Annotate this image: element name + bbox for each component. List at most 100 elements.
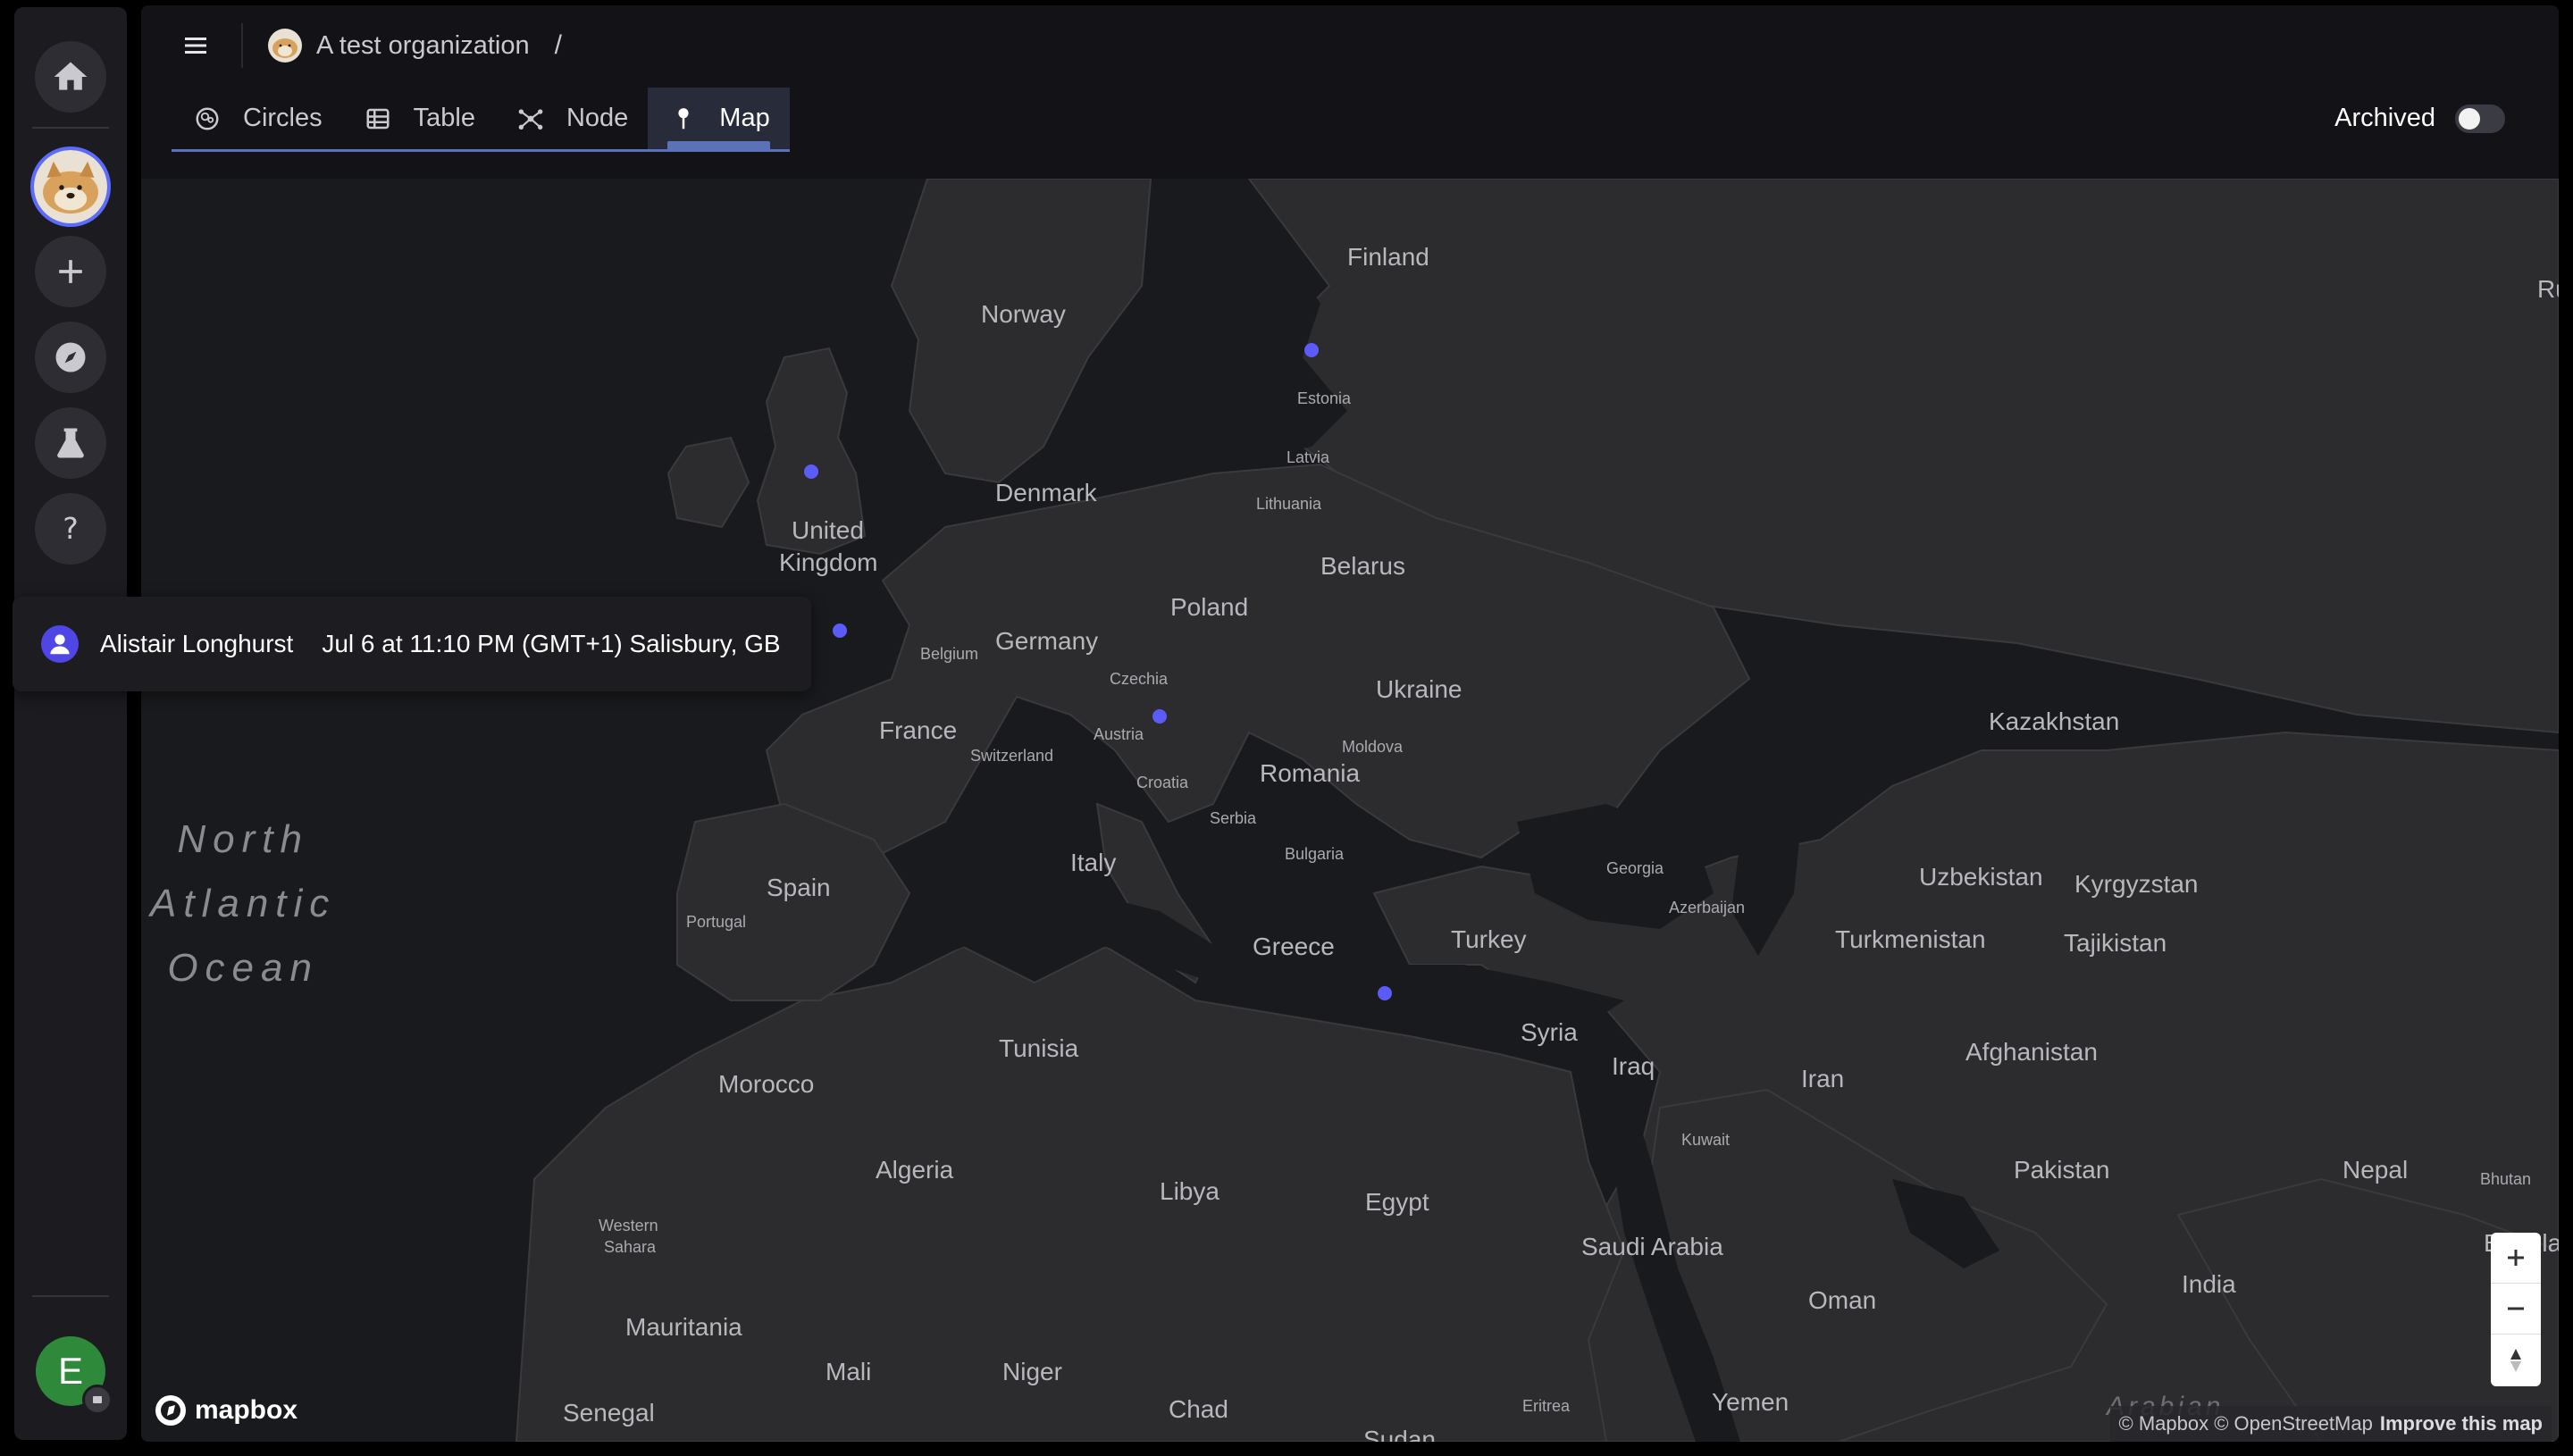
country-label: Kazakhstan (1989, 707, 2120, 735)
country-label: Belgium (920, 645, 979, 663)
tooltip-timestamp-location: Jul 6 at 11:10 PM (GMT+1) Salisbury, GB (322, 630, 781, 657)
country-label: France (879, 716, 958, 744)
country-label: Ukraine (1376, 675, 1463, 703)
left-rail: ? E (14, 7, 127, 1440)
location-marker[interactable] (1152, 709, 1167, 724)
mapbox-logo-text: mapbox (195, 1395, 298, 1425)
country-label: Pakistan (2014, 1156, 2110, 1184)
country-label: Nepal (2343, 1156, 2409, 1184)
country-label: Poland (1170, 593, 1249, 621)
compass-arrow-icon (2510, 1348, 2521, 1372)
country-label: Saudi Arabia (1581, 1233, 1723, 1260)
location-marker[interactable] (1304, 343, 1319, 357)
reset-north-button[interactable] (2491, 1335, 2541, 1385)
zoom-out-button[interactable] (2491, 1284, 2541, 1335)
country-label: Syria (1521, 1018, 1578, 1046)
country-label: Tunisia (999, 1034, 1079, 1062)
ocean-label: North Atlantic Ocean (150, 807, 336, 1000)
country-label: Turkey (1451, 925, 1527, 953)
land-ireland (666, 436, 750, 529)
zoom-in-button[interactable] (2491, 1233, 2541, 1284)
country-label: Italy (1070, 849, 1117, 876)
menu-button[interactable] (182, 32, 209, 59)
country-label: Switzerland (970, 747, 1054, 765)
country-label: Eritrea (1522, 1397, 1571, 1415)
zoom-controls (2491, 1233, 2541, 1386)
breadcrumb-separator: / (554, 30, 562, 60)
improve-map-link[interactable]: Improve this map (2380, 1412, 2543, 1435)
home-button[interactable] (35, 41, 106, 113)
country-label: Estonia (1297, 389, 1352, 407)
flask-icon (57, 428, 84, 458)
country-label: Tajikistan (2064, 929, 2167, 957)
help-icon: ? (63, 511, 79, 546)
country-label: Yemen (1712, 1388, 1789, 1416)
archived-label: Archived (2334, 104, 2435, 132)
country-label: Kyrgyzstan (2074, 870, 2199, 898)
person-icon (50, 634, 70, 655)
status-icon (93, 1396, 102, 1403)
add-button[interactable] (35, 236, 106, 307)
country-label: Iraq (1612, 1052, 1655, 1080)
archived-toggle-group: Archived (2334, 104, 2505, 133)
country-label: India (2182, 1270, 2236, 1298)
location-marker[interactable] (1378, 986, 1392, 1000)
tab-circles[interactable]: Circles (172, 88, 342, 149)
country-label: Bulgaria (1285, 845, 1345, 863)
plus-icon (59, 260, 82, 283)
location-marker[interactable] (833, 623, 847, 638)
country-label: Libya (1160, 1177, 1219, 1205)
tab-table[interactable]: Table (342, 88, 495, 149)
user-status-badge (82, 1385, 113, 1415)
mapbox-logo[interactable]: mapbox (154, 1393, 298, 1427)
country-label: Latvia (1286, 448, 1330, 466)
rail-divider-bottom (32, 1295, 109, 1297)
ocean-label-line: North (177, 817, 309, 861)
main-panel: A test organization / Circles Table Node… (141, 5, 2559, 1442)
tab-map[interactable]: Map (648, 88, 790, 152)
country-label: Belarus (1320, 552, 1405, 580)
ocean-label-line: Atlantic (150, 882, 337, 925)
doge-icon (268, 29, 302, 63)
country-label: Norway (981, 300, 1066, 328)
archived-toggle[interactable] (2455, 104, 2505, 133)
attribution-text: © Mapbox © OpenStreetMap (2118, 1412, 2373, 1435)
doge-avatar-image (34, 150, 107, 223)
toggle-knob (2459, 107, 2480, 130)
plus-icon (2508, 1250, 2524, 1266)
location-marker[interactable] (804, 464, 818, 479)
tab-node[interactable]: Node (495, 88, 648, 149)
tooltip-user-name: Alistair Longhurst (100, 630, 294, 657)
country-label: Croatia (1136, 774, 1189, 791)
circles-icon (193, 105, 222, 133)
country-label: Kuwait (1681, 1131, 1731, 1149)
country-label: Senegal (563, 1399, 655, 1427)
labs-button[interactable] (35, 407, 106, 479)
country-label: Western (599, 1217, 658, 1234)
country-label: Georgia (1606, 859, 1664, 877)
land-africa (515, 945, 1626, 1442)
country-label: Bhutan (2480, 1170, 2532, 1188)
svg-text:?: ? (63, 511, 79, 546)
country-label: United (792, 516, 864, 544)
country-label: Lithuania (1256, 495, 1322, 513)
country-label: Germany (995, 627, 1099, 655)
org-avatar[interactable] (30, 146, 111, 227)
country-label: Portugal (686, 913, 747, 931)
explore-button[interactable] (35, 322, 106, 393)
org-icon[interactable] (268, 29, 302, 63)
map-canvas[interactable]: North Atlantic Ocean Arabian Finland Nor… (141, 179, 2559, 1442)
breadcrumb-org-name[interactable]: A test organization (316, 31, 530, 61)
user-icon (41, 625, 79, 663)
help-button[interactable]: ? (35, 493, 106, 565)
home-icon (54, 62, 88, 90)
view-tabs: Circles Table Node Map (172, 88, 790, 152)
ocean-label-line: Ocean (167, 946, 319, 990)
country-label: Ru (2537, 275, 2559, 303)
country-label: Azerbaijan (1669, 899, 1746, 916)
breadcrumb: A test organization / (268, 25, 562, 66)
minus-icon (2508, 1307, 2524, 1310)
country-label: Denmark (995, 479, 1097, 506)
tab-label: Circles (243, 104, 323, 132)
country-label: Czechia (1110, 670, 1169, 688)
